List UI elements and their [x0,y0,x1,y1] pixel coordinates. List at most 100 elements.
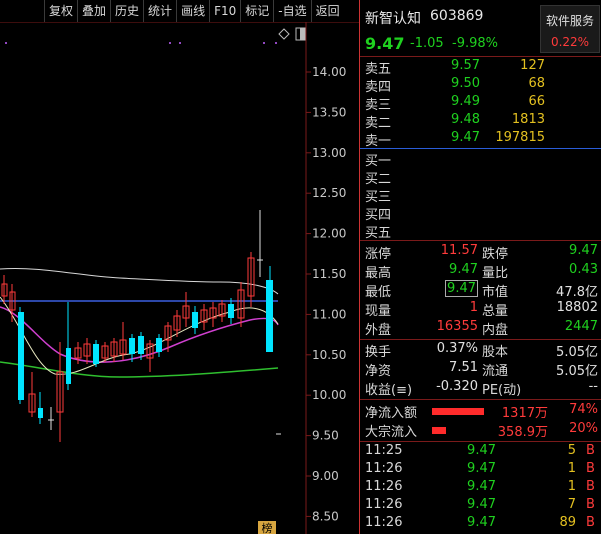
stat-row: 换手 0.37% 股本 5.05亿 [360,341,601,360]
stat-label: 外盘 [365,323,392,338]
candle [266,280,273,352]
sector-box[interactable]: 软件服务 0.22% [540,5,600,53]
stat-value: -0.320 [436,379,478,394]
candle [66,348,71,384]
stat-row: 净资 7.51 流通 5.05亿 [360,360,601,379]
bid-label: 买五 [365,226,392,241]
ask-volume: 66 [528,94,545,109]
diamond-icon[interactable] [278,28,290,40]
stat-value: 47.8亿 [556,285,598,300]
price-axis-label: 9.50 [312,429,339,443]
toolbar-button-remove-watchlist[interactable]: -自选 [273,0,310,22]
tick-volume: 1 [567,479,576,494]
marker-dot [263,42,265,44]
flow-label: 净流入额 [365,406,418,421]
ask-price: 9.47 [451,130,480,145]
lowest-price-boxed: 9.47 [445,280,478,297]
ask-label: 卖一 [365,134,392,149]
toolbar-button-fuquan[interactable]: 复权 [44,0,77,22]
price-axis: 14.00 13.50 13.00 12.50 12.00 11.50 11.00 10.50… [306,65,346,523]
tick-time: 11:26 [365,497,403,512]
ask-price: 9.49 [451,94,480,109]
divider [360,240,601,241]
candle [192,312,198,328]
ask-label: 卖二 [365,116,392,131]
flow-label: 大宗流入 [365,425,418,440]
stat-label: 跌停 [482,247,509,262]
ask-price: 9.48 [451,112,480,127]
bid-label: 买三 [365,190,392,205]
sector-name: 软件服务 [545,14,594,28]
bid-label: 买四 [365,208,392,223]
toolbar-button-history[interactable]: 历史 [110,0,143,22]
candle [129,338,135,354]
toolbar-button-f10[interactable]: F10 [209,0,240,22]
stat-label: 市值 [482,285,509,300]
stock-name[interactable]: 新智认知 [365,8,421,28]
flow-pct: 20% [569,421,598,436]
stat-value: 16355 [436,319,478,334]
tick-direction: B [586,497,595,512]
stat-value: 9.47 [449,262,478,277]
net-inflow-row[interactable]: 净流入额 1317万 74% [360,402,601,421]
tick-row: 11:26 9.47 1 B [360,461,601,479]
bid-ask-separator [360,148,601,149]
stat-row: 收益(≡) -0.320 PE(动) -- [360,379,601,398]
toolbar-button-back[interactable]: 返回 [310,0,344,22]
ask-price: 9.57 [451,58,480,73]
stat-row: 最低 9.47 市值 47.8亿 [360,280,601,300]
tick-direction: B [586,479,595,494]
tick-time: 11:26 [365,515,403,530]
ask-volume: 68 [528,76,545,91]
divider [360,399,601,400]
kline-chart[interactable]: 14.00 13.50 13.00 12.50 12.00 11.50 11.00 10.50… [0,22,359,534]
candle [228,304,234,318]
tick-time: 11:26 [365,479,403,494]
tick-direction: B [586,443,595,458]
stat-value: 7.51 [449,360,478,375]
toolbar-button-draw[interactable]: 画线 [176,0,209,22]
stat-row: 涨停 11.57 跌停 9.47 [360,243,601,262]
panel-toggle-icon[interactable] [295,27,306,41]
price-axis-label: 14.00 [312,65,346,79]
stat-label: 现量 [365,304,392,319]
divider [360,56,601,57]
ask-row: 卖一 9.47 197815 [360,130,601,149]
stat-label: 内盘 [482,323,509,338]
stat-value: 9.47 [569,243,598,258]
tick-volume: 7 [567,497,576,512]
tick-time: 11:26 [365,461,403,476]
toolbar-button-stats[interactable]: 统计 [143,0,176,22]
block-inflow-row[interactable]: 大宗流入 358.9万 20% [360,421,601,440]
tick-volume: 5 [567,443,576,458]
price-axis-label: 11.50 [312,267,346,281]
price-axis-label: 9.00 [312,469,339,483]
stat-label: 股本 [482,345,509,360]
chart-toolbar: 复权 叠加 历史 统计 画线 F10 标记 -自选 返回 [0,0,360,22]
bid-row: 买三 [360,186,601,205]
tick-volume: 1 [567,461,576,476]
stat-label: 流通 [482,364,509,379]
tick-price: 9.47 [467,461,496,476]
toolbar-button-mark[interactable]: 标记 [240,0,273,22]
ask-volume: 127 [520,58,545,73]
candle [38,408,43,418]
stat-value: 5.05亿 [556,364,598,379]
stat-label: PE(动) [482,383,522,398]
stat-row: 最高 9.47 量比 0.43 [360,262,601,281]
stat-value: 2447 [564,319,598,334]
stat-label: 量比 [482,266,509,281]
candle [93,344,99,364]
candles [1,210,281,442]
flow-pct: 74% [569,402,598,417]
tick-direction: B [586,461,595,476]
bid-row: 买五 [360,222,601,241]
toolbar-button-overlay[interactable]: 叠加 [77,0,110,22]
bid-row: 买四 [360,204,601,223]
tick-volume: 89 [559,515,576,530]
tick-price: 9.47 [467,515,496,530]
price-axis-label: 12.50 [312,186,346,200]
stock-code: 603869 [430,8,484,24]
candle [138,336,144,354]
ask-row: 卖四 9.50 68 [360,76,601,95]
